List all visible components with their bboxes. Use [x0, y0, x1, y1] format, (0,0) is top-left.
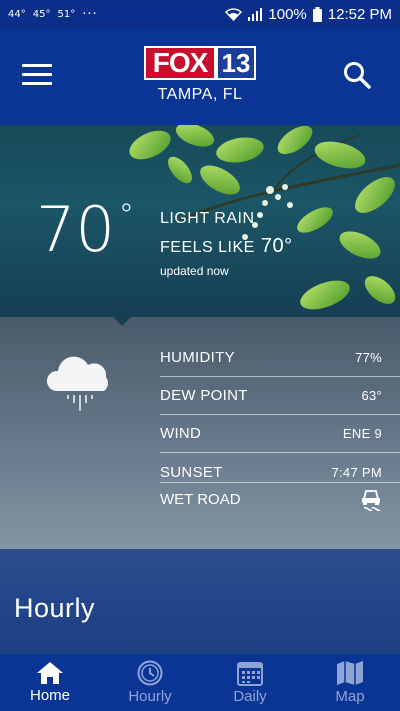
calendar-icon	[237, 662, 263, 686]
tab-map[interactable]: Map	[300, 654, 400, 711]
search-icon[interactable]	[342, 60, 372, 90]
tab-label: Map	[335, 688, 365, 705]
wet-road-alert[interactable]: WET ROAD	[160, 482, 400, 516]
home-icon	[37, 662, 63, 684]
hamburger-line	[22, 73, 52, 76]
battery-icon	[312, 6, 322, 22]
map-icon	[337, 661, 363, 685]
current-conditions-banner: 70 ° LIGHT RAIN FEELS LIKE 70° updated now	[0, 125, 400, 317]
tab-hourly[interactable]: Hourly	[100, 654, 200, 711]
slippery-road-icon	[362, 489, 381, 511]
clock-icon	[137, 660, 163, 686]
hamburger-icon	[22, 64, 52, 67]
tab-label: Home	[29, 687, 70, 704]
fox13-logo: FOX 13	[144, 46, 256, 80]
location-label: TAMPA, FL	[157, 86, 243, 103]
status-temp: 45°	[32, 8, 51, 20]
detail-row-wind: WIND ENE 9	[160, 415, 400, 453]
detail-label: HUMIDITY	[160, 349, 235, 366]
tab-label: Daily	[233, 688, 267, 705]
tab-daily[interactable]: Daily	[200, 654, 300, 711]
tab-home[interactable]: Home	[0, 654, 100, 711]
signal-icon	[248, 7, 263, 21]
feels-like-value: 70°	[260, 235, 293, 257]
detail-row-humidity: HUMIDITY 77%	[160, 339, 400, 377]
battery-percent: 100%	[268, 5, 307, 23]
updated-text: updated now	[160, 264, 229, 278]
detail-row-dew-point: DEW POINT 63°	[160, 377, 400, 415]
hamburger-line	[22, 82, 52, 85]
conditions-details: HUMIDITY 77% DEW POINT 63° WIND ENE 9 SU…	[0, 316, 400, 549]
detail-value: 77%	[355, 350, 382, 365]
temperature-value: 70	[36, 193, 115, 266]
details-list: HUMIDITY 77% DEW POINT 63° WIND ENE 9 SU…	[160, 339, 400, 491]
condition-text: LIGHT RAIN	[160, 210, 255, 227]
current-temperature: 70 °	[36, 199, 134, 261]
status-temp: 44°	[8, 8, 26, 20]
hourly-section: Hourly	[0, 549, 400, 654]
status-right: 100% 12:52 PM	[225, 6, 392, 23]
logo-number: 13	[216, 46, 256, 80]
rain-cloud-icon	[46, 356, 108, 411]
detail-value: 63°	[361, 388, 382, 403]
section-notch	[112, 316, 132, 326]
wet-road-label: WET ROAD	[160, 491, 241, 508]
tab-label: Hourly	[128, 688, 172, 705]
status-bar: 44° 45° 51° ··· 100% 12:52 PM	[0, 0, 400, 28]
status-left: 44° 45° 51° ···	[8, 7, 98, 22]
wifi-icon	[225, 7, 243, 21]
menu-button[interactable]	[22, 64, 52, 86]
app-header: FOX 13 TAMPA, FL	[0, 28, 400, 125]
detail-value: ENE 9	[342, 426, 382, 441]
detail-label: WIND	[160, 425, 202, 442]
status-time: 12:52 PM	[327, 5, 392, 23]
status-more: ···	[82, 6, 98, 22]
detail-label: DEW POINT	[160, 387, 248, 404]
detail-value: 7:47 PM	[331, 464, 382, 480]
status-temp: 51°	[57, 8, 76, 20]
feels-like: FEELS LIKE 70°	[160, 235, 293, 258]
bottom-navigation: Home Hourly Daily Map	[0, 654, 400, 711]
hourly-title: Hourly	[14, 593, 96, 623]
degree-symbol: °	[118, 198, 134, 233]
feels-like-label: FEELS LIKE	[160, 239, 255, 256]
detail-label: SUNSET	[160, 463, 223, 481]
logo-fox-text: FOX	[144, 46, 216, 80]
